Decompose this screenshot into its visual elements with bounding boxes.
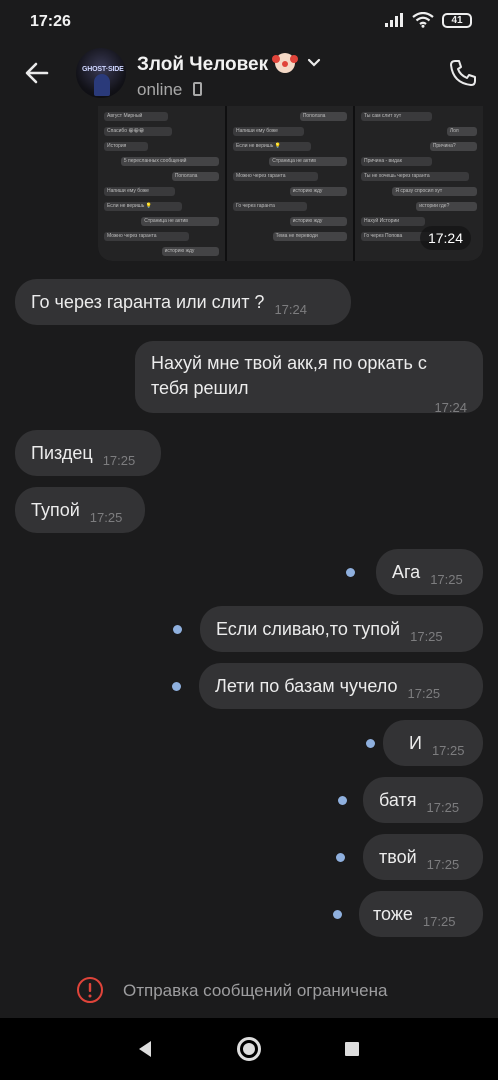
message-text: тоже: [373, 904, 413, 924]
message-time: 17:25: [89, 510, 123, 525]
signal-icon: [385, 13, 403, 27]
screenshot-thumbnail: Поползла Напиши ему боже Если не веришь 💡 С…: [227, 106, 353, 261]
status-icons: 41: [384, 12, 472, 28]
message-text: И: [409, 733, 422, 753]
screenshot-message: истории где?: [416, 202, 477, 211]
restriction-notice: Отправка сообщений ограничена: [0, 962, 498, 1018]
screenshot-message: Можно через гаранта: [233, 172, 318, 181]
avatar[interactable]: GHOST·SIDE: [76, 48, 126, 98]
message-time: 17:25: [430, 572, 463, 587]
incoming-message[interactable]: Тупой 17:25: [15, 487, 145, 533]
system-nav-bar: [0, 1018, 498, 1080]
screenshot-message: Страница не актив: [269, 157, 347, 166]
nav-home-icon[interactable]: [237, 1037, 261, 1061]
screenshot-message: историю жду: [289, 217, 347, 226]
unread-indicator-dot: [172, 682, 181, 691]
restriction-text: Отправка сообщений ограничена: [123, 981, 388, 1000]
unread-indicator-dot: [338, 796, 347, 805]
outgoing-message[interactable]: твой 17:25: [363, 834, 483, 880]
message-text: Лети по базам чучело: [215, 676, 398, 696]
message-text: Пиздец: [31, 443, 93, 463]
message-time: 17:25: [410, 629, 443, 644]
message-time: 17:25: [422, 914, 456, 929]
wifi-icon: [412, 12, 434, 28]
battery-level: 41: [451, 14, 463, 26]
screenshot-message: Причина - видак: [361, 157, 432, 166]
outgoing-message[interactable]: И 17:25: [383, 720, 483, 766]
message-time: 17:24: [274, 302, 307, 317]
screenshot-message: историю жду: [289, 187, 347, 196]
message-text: твой: [379, 847, 417, 867]
message-text: Тупой: [31, 500, 80, 520]
screenshot-message: Лол: [446, 127, 477, 136]
screenshot-message: Страница не актив: [141, 217, 219, 226]
screenshot-message: Поползла: [299, 112, 347, 121]
screenshot-message: Причина?: [429, 142, 477, 151]
contact-name-text: Злой Человек: [137, 54, 269, 75]
contact-name[interactable]: Злой Человек: [137, 53, 321, 76]
screenshot-message: 5 пересланных сообщений: [120, 157, 219, 166]
screenshot-message: Напиши ему боже: [233, 127, 304, 136]
nav-back-icon[interactable]: [137, 1040, 153, 1058]
unread-indicator-dot: [346, 568, 355, 577]
message-time: 17:25: [426, 857, 460, 872]
clown-face-icon: [272, 53, 296, 73]
screenshot-message: Го через гаранта: [233, 202, 308, 211]
message-text: Ага: [392, 562, 421, 582]
incoming-message[interactable]: Пиздец 17:25: [15, 430, 161, 476]
message-time: 17:25: [102, 453, 136, 468]
unread-indicator-dot: [366, 739, 375, 748]
chevron-down-icon[interactable]: [307, 58, 321, 68]
message-text: Го через гаранта или слит ?: [31, 292, 265, 312]
screenshot-message: Спасибо 😁😁😁: [104, 127, 172, 136]
outgoing-message[interactable]: Нахуй мне твой акк,я по оркать с тебя ре…: [135, 341, 483, 415]
battery-icon: 41: [442, 12, 472, 28]
screenshot-message: Ты сам слит хут: [361, 112, 432, 121]
screenshot-message: История: [104, 142, 148, 151]
screenshot-message: Август Мирный: [104, 112, 169, 121]
back-arrow-icon[interactable]: [20, 56, 54, 90]
screenshot-message: Ты не хочешь через гаранта: [361, 172, 470, 181]
outgoing-message[interactable]: Если сливаю,то тупой 17:25: [200, 606, 483, 652]
avatar-figure: [94, 74, 110, 96]
message-time: 17:25: [407, 686, 441, 701]
screenshot-message: Тема не переводи: [272, 232, 347, 241]
screenshot-message: Напиши ему боже: [104, 187, 175, 196]
screenshot-message: Если не веришь 💡: [233, 142, 311, 151]
outgoing-message[interactable]: Лети по базам чучело 17:25: [199, 663, 483, 709]
avatar-artwork: GHOST·SIDE: [82, 66, 124, 73]
unread-indicator-dot: [336, 853, 345, 862]
unread-indicator-dot: [173, 625, 182, 634]
warning-circle-icon: [77, 977, 103, 1003]
message-time: 17:25: [426, 800, 460, 815]
message-text: батя: [379, 790, 417, 810]
message-time: 17:25: [431, 743, 465, 758]
status-bar: 17:26 41: [0, 0, 498, 44]
screenshot-message: Поползла: [171, 172, 219, 181]
outgoing-message[interactable]: Ага 17:25: [376, 549, 483, 595]
unread-indicator-dot: [333, 910, 342, 919]
outgoing-message[interactable]: батя 17:25: [363, 777, 483, 823]
screenshot-thumbnail: Август Мирный Спасибо 😁😁😁 История 5 пересла…: [98, 106, 225, 261]
chat-header: GHOST·SIDE Злой Человек online: [0, 44, 498, 106]
image-message-time: 17:24: [419, 226, 471, 250]
message-time: 17:24: [434, 400, 467, 415]
call-icon[interactable]: [448, 58, 478, 88]
screenshot-message: Нахуй Истории: [361, 217, 426, 226]
screenshot-message: Если не веришь 💡: [104, 202, 182, 211]
contact-status-text: online: [137, 80, 183, 99]
status-time: 17:26: [30, 13, 71, 30]
mobile-phone-icon: [193, 82, 203, 96]
image-message[interactable]: Август Мирный Спасибо 😁😁😁 История 5 пересла…: [98, 106, 483, 261]
message-text: Нахуй мне твой акк,я по оркать с тебя ре…: [151, 353, 427, 398]
screenshot-message: Можно через гаранта: [104, 232, 189, 241]
outgoing-message[interactable]: тоже 17:25: [359, 891, 483, 937]
screenshot-message: историю жду: [161, 247, 219, 256]
incoming-message[interactable]: Го через гаранта или слит ? 17:24: [15, 279, 351, 325]
screenshot-message: Я сразу спросил хут: [392, 187, 477, 196]
nav-recents-icon[interactable]: [345, 1042, 359, 1056]
contact-status: online: [137, 80, 203, 100]
message-text: Если сливаю,то тупой: [216, 619, 401, 639]
